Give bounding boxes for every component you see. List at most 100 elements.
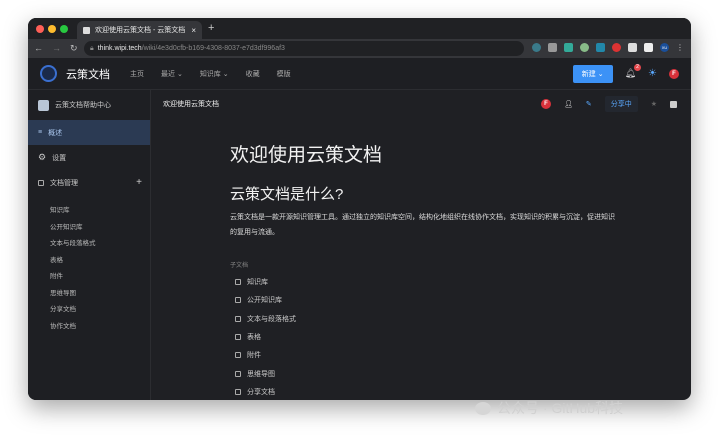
child-doc-link[interactable]: 思维导图 [230, 364, 620, 382]
watermark-text: 公众号 · GitHub科技 [497, 400, 624, 416]
doc-tree-item[interactable]: 分享文档 [28, 300, 150, 317]
child-doc-title: 知识库 [247, 279, 268, 287]
extension-icon[interactable] [596, 43, 605, 52]
doc-info-icon[interactable] [670, 100, 677, 108]
space-icon [38, 99, 49, 111]
brand-name[interactable]: 云策文档 [66, 66, 110, 82]
sidebar: 云策文档帮助中心 ≡ 概述 ⚙ 设置 文档管理 + 知识库 公开知识库 文本与段落格式… [28, 90, 151, 400]
doc-tree-item[interactable]: 附件 [28, 267, 150, 284]
doc-title: 欢迎使用云策文档 [230, 145, 383, 166]
logo-icon[interactable] [40, 65, 57, 82]
doc-icon [235, 370, 241, 377]
user-avatar[interactable]: F [669, 68, 679, 79]
maximize-window-button[interactable] [60, 25, 68, 33]
doc-tree-item[interactable]: 思维导图 [28, 284, 150, 301]
profile-avatar[interactable]: XU [660, 43, 669, 52]
collaborator-avatar[interactable]: F [540, 99, 551, 109]
forward-icon[interactable]: → [52, 43, 61, 54]
doc-tree-item[interactable]: 公开知识库 [28, 218, 150, 235]
doc-icon [235, 352, 241, 359]
sidebar-item-settings[interactable]: ⚙ 设置 [28, 145, 150, 170]
doc-paragraph: 云策文档是一款开源知识管理工具。通过独立的知识库空间，结构化地组织在线协作文档，… [230, 214, 615, 236]
close-tab-icon[interactable]: × [191, 26, 196, 35]
back-icon[interactable]: ← [34, 43, 43, 54]
close-window-button[interactable] [36, 25, 44, 33]
child-doc-link[interactable]: 公开知识库 [230, 291, 620, 309]
doc-icon [38, 179, 44, 186]
new-tab-button[interactable]: + [208, 22, 214, 34]
doc-tree-item[interactable]: 文本与段落格式 [28, 234, 150, 251]
doc-tree-item[interactable]: 表格 [28, 251, 150, 268]
new-button-label: 新建 [581, 70, 596, 78]
extension-icon[interactable] [612, 43, 621, 52]
wechat-icon [475, 401, 491, 415]
add-doc-icon[interactable]: + [136, 177, 142, 188]
menu-recent-label: 最近 [161, 70, 175, 78]
sidepanel-icon[interactable] [644, 43, 653, 52]
menu-recent[interactable]: 最近 ⌄ [161, 69, 183, 79]
top-menu: 主页 最近 ⌄ 知识库 ⌄ 收藏 模版 [130, 69, 291, 79]
doc-icon [235, 334, 241, 341]
lock-icon: 🔒︎ [90, 44, 94, 52]
doc-tree-item[interactable]: 知识库 [28, 201, 150, 218]
doc-heading: 云策文档是什么? [230, 186, 344, 203]
space-header[interactable]: 云策文档帮助中心 [28, 90, 150, 120]
title-bar: 欢迎使用云策文档 - 云策文档 × + [28, 18, 691, 39]
sidebar-item-label: 设置 [52, 154, 67, 162]
child-doc-link[interactable]: 知识库 [230, 273, 620, 291]
space-name: 云策文档帮助中心 [55, 102, 111, 109]
sidebar-item-docs[interactable]: 文档管理 + [28, 170, 150, 195]
star-icon[interactable]: ★ [651, 100, 657, 108]
reload-icon[interactable]: ↻ [70, 43, 78, 54]
doc-header-title: 欢迎使用云策文档 [163, 101, 219, 108]
extension-icon[interactable] [580, 43, 589, 52]
child-doc-title: 分享文档 [247, 388, 275, 396]
url-host: think.wipi.tech [97, 45, 142, 52]
child-doc-title: 附件 [247, 352, 261, 360]
child-doc-link[interactable]: 附件 [230, 346, 620, 364]
doc-content: 欢迎使用云策文档 云策文档是什么? 云策文档是一款开源知识管理工具。通过独立的知… [230, 140, 620, 400]
sidebar-item-label: 概述 [48, 129, 63, 137]
child-doc-title: 文本与段落格式 [247, 315, 296, 323]
doc-header: 欢迎使用云策文档 F 👤︎ ✎ 分享中 ★ [151, 90, 691, 118]
gear-icon: ⚙ [38, 152, 47, 162]
share-button[interactable]: 分享中 [604, 96, 638, 112]
sidebar-item-overview[interactable]: ≡ 概述 [28, 120, 150, 145]
tab-title: 欢迎使用云策文档 - 云策文档 [95, 27, 186, 34]
child-doc-link[interactable]: 表格 [230, 328, 620, 346]
menu-star[interactable]: 收藏 [246, 69, 260, 79]
menu-wiki[interactable]: 知识库 ⌄ [200, 69, 229, 79]
notification-badge: 2 [634, 64, 642, 71]
minimize-window-button[interactable] [48, 25, 56, 33]
browser-tab[interactable]: 欢迎使用云策文档 - 云策文档 × [77, 21, 202, 39]
children-label: 子文档 [230, 263, 249, 269]
extension-icon[interactable] [564, 43, 573, 52]
child-doc-title: 表格 [247, 334, 261, 342]
doc-icon [235, 297, 241, 304]
child-doc-title: 公开知识库 [247, 297, 282, 305]
edit-icon[interactable]: ✎ [586, 100, 592, 108]
child-doc-link[interactable]: 文本与段落格式 [230, 310, 620, 328]
menu-template[interactable]: 模版 [277, 69, 291, 79]
extension-icon[interactable] [548, 43, 557, 52]
favicon-icon [83, 26, 90, 34]
address-bar-row: ← → ↻ 🔒︎ think.wipi.tech/wiki/4e3d0cfb-b169… [28, 39, 691, 58]
browser-window: 欢迎使用云策文档 - 云策文档 × + ← → ↻ 🔒︎ think.wipi.tech… [28, 18, 691, 400]
app-header: 云策文档 主页 最近 ⌄ 知识库 ⌄ 收藏 模版 新建 ⌄ 🔔︎ 2 ☀ F [28, 58, 691, 90]
new-button[interactable]: 新建 ⌄ [572, 64, 613, 83]
url-path: /wiki/4e3d0cfb-b169-4308-8037-e7d3df996a… [141, 45, 285, 52]
menu-wiki-label: 知识库 [199, 70, 221, 78]
menu-icon[interactable]: ⋮ [676, 43, 685, 52]
extensions: XU ⋮ [532, 43, 685, 52]
url-input[interactable]: 🔒︎ think.wipi.tech/wiki/4e3d0cfb-b169-430… [84, 41, 524, 56]
doc-tree-item[interactable]: 协作文档 [28, 317, 150, 334]
notification-icon[interactable]: 🔔︎ 2 [625, 64, 642, 79]
extension-icon[interactable] [532, 43, 541, 52]
puzzle-icon[interactable] [628, 43, 637, 52]
menu-home[interactable]: 主页 [130, 69, 144, 79]
user-add-icon[interactable]: 👤︎ [564, 100, 573, 108]
watermark: 公众号 · GitHub科技 [475, 398, 623, 418]
theme-toggle-icon[interactable]: ☀ [648, 68, 657, 79]
child-doc-title: 思维导图 [247, 370, 275, 378]
doc-icon [235, 279, 241, 286]
